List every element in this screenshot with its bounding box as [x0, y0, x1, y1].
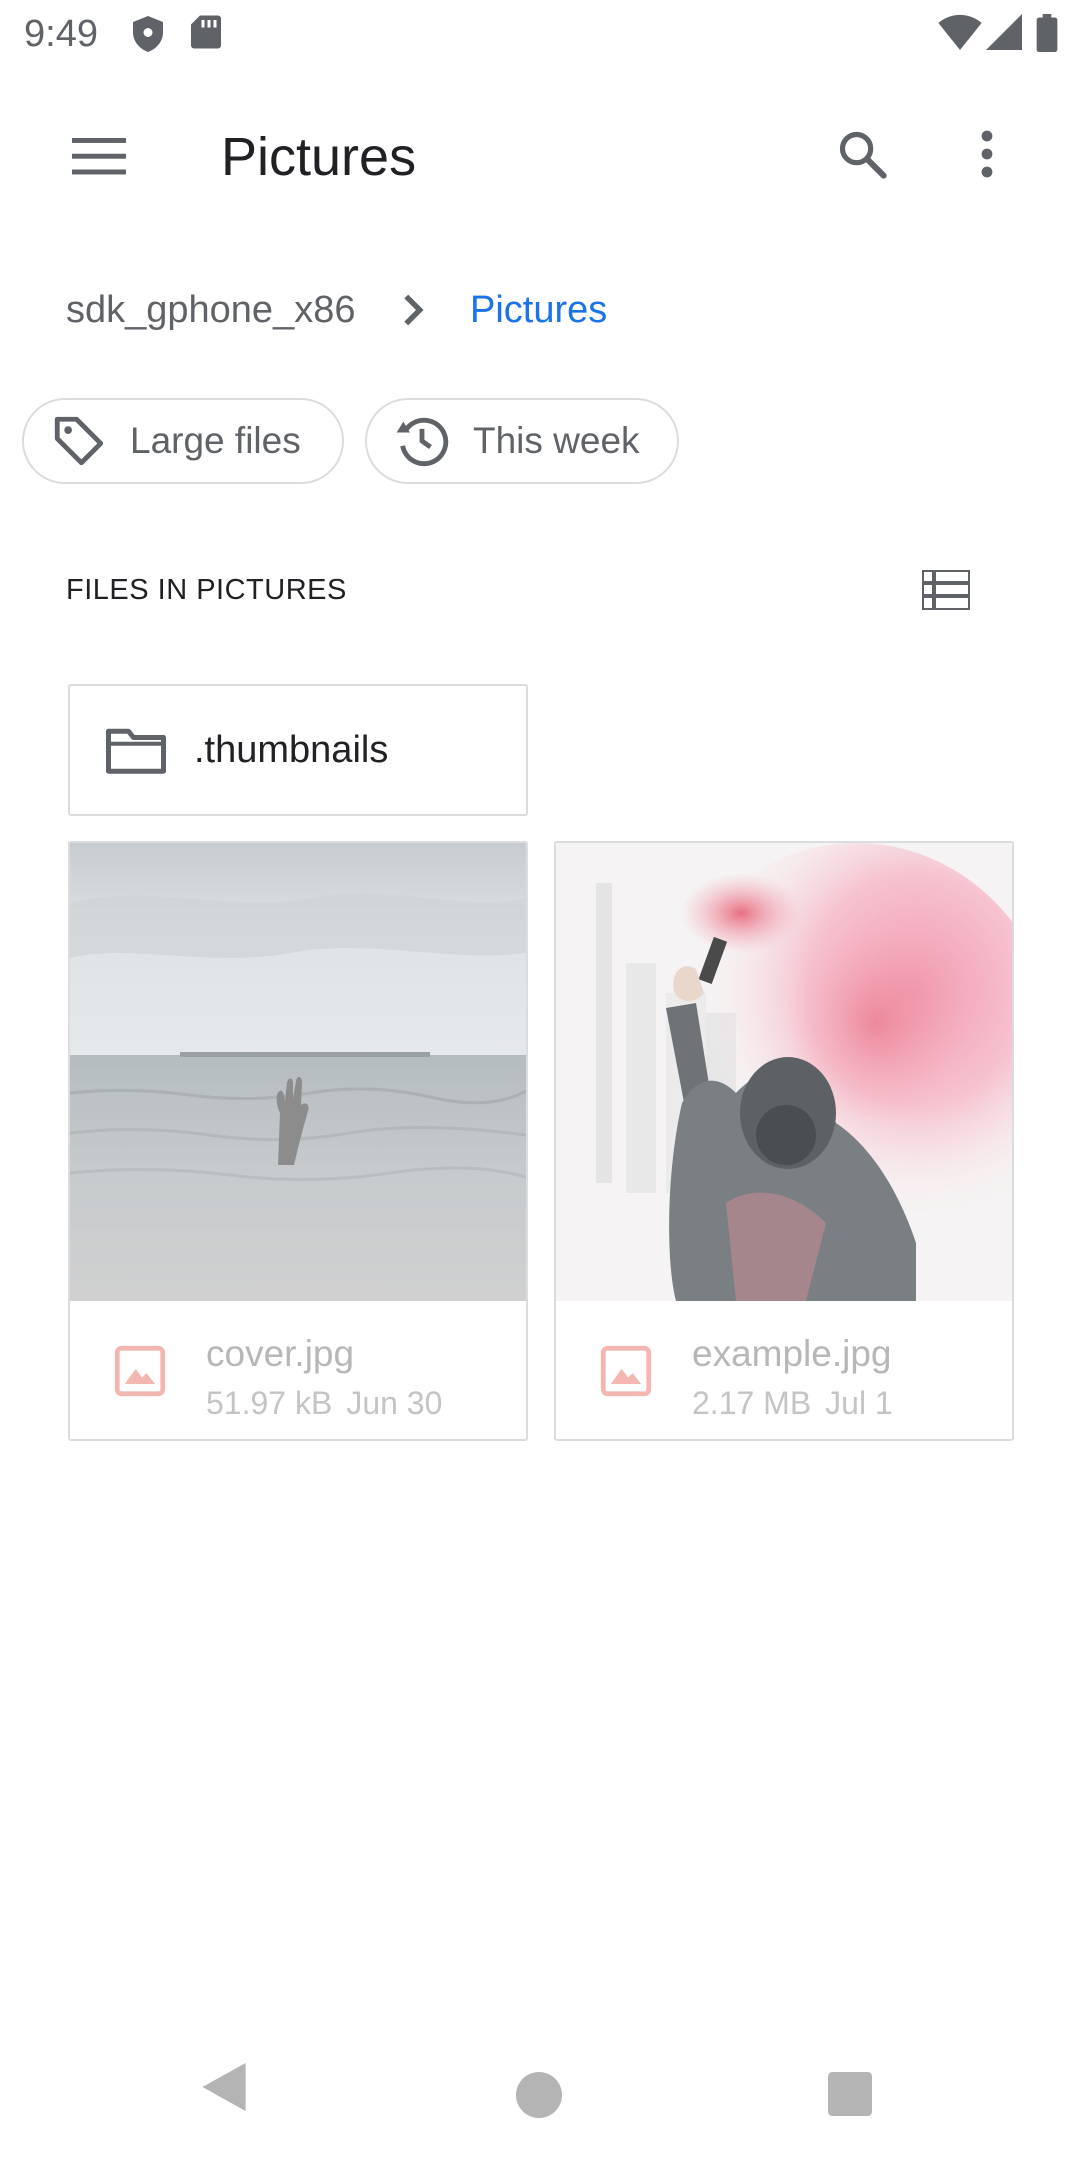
home-icon[interactable] — [516, 2072, 562, 2123]
breadcrumb-root[interactable]: sdk_gphone_x86 — [66, 286, 355, 334]
folder-item[interactable]: .thumbnails — [68, 684, 528, 816]
file-meta: example.jpg 2.17 MB Jul 1 — [556, 1301, 1012, 1439]
chevron-right-icon — [398, 292, 428, 333]
status-time: 9:49 — [24, 13, 98, 55]
tag-icon — [54, 416, 104, 466]
battery-icon — [1036, 14, 1058, 57]
image-file-icon — [600, 1345, 652, 1397]
file-size: 2.17 MB — [692, 1385, 812, 1421]
file-name: example.jpg — [692, 1333, 892, 1374]
section-title: FILES IN PICTURES — [66, 574, 347, 606]
signal-icon — [986, 14, 1022, 55]
menu-icon[interactable] — [62, 128, 136, 184]
file-item-cover[interactable]: cover.jpg 51.97 kB Jun 30 — [68, 841, 528, 1441]
file-meta: cover.jpg 51.97 kB Jun 30 — [70, 1301, 526, 1439]
file-date: Jul 1 — [825, 1385, 893, 1421]
file-size: 51.97 kB — [206, 1385, 333, 1421]
file-item-example[interactable]: example.jpg 2.17 MB Jul 1 — [554, 841, 1014, 1441]
chip-large-files[interactable]: Large files — [22, 398, 344, 484]
search-icon[interactable] — [830, 122, 894, 186]
folder-icon — [106, 728, 166, 774]
file-details: 2.17 MB Jul 1 — [692, 1383, 893, 1423]
chip-this-week[interactable]: This week — [365, 398, 679, 484]
sd-card-icon — [190, 14, 222, 55]
file-name: cover.jpg — [206, 1333, 355, 1374]
file-thumbnail — [70, 843, 526, 1301]
image-file-icon — [114, 1345, 166, 1397]
history-icon — [396, 417, 449, 467]
list-view-icon[interactable] — [918, 562, 974, 618]
file-details: 51.97 kB Jun 30 — [206, 1383, 442, 1423]
chip-label: Large files — [130, 420, 301, 461]
more-vert-icon[interactable] — [960, 122, 1014, 186]
page-title: Pictures — [221, 127, 417, 187]
recents-icon[interactable] — [828, 2072, 872, 2121]
shield-icon — [130, 14, 166, 59]
folder-name: .thumbnails — [194, 728, 389, 771]
breadcrumb-current[interactable]: Pictures — [470, 286, 607, 334]
chip-label: This week — [473, 420, 640, 461]
wifi-icon — [938, 14, 982, 55]
back-icon[interactable] — [200, 2060, 248, 2119]
file-thumbnail — [556, 843, 1012, 1301]
file-date: Jun 30 — [346, 1385, 443, 1421]
